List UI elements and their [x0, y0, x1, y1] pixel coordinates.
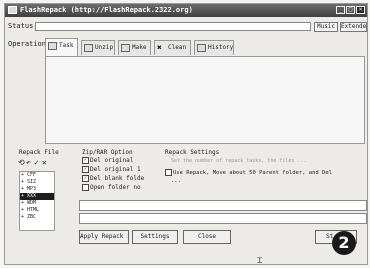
- use-repack-checkbox[interactable]: Use Repack, Move about 50 Parent folder,…: [165, 169, 332, 176]
- del-original-checkbox[interactable]: ✓ Del original: [82, 157, 133, 164]
- tab-clean[interactable]: ✖ Clean: [154, 40, 191, 55]
- app-window: FlashRepack (http://FlashRepack.2322.org…: [4, 3, 368, 265]
- mouse-cursor-icon: ⌶: [257, 256, 263, 266]
- repack-settings-hint: Set the number of repack tasks, the file…: [171, 158, 307, 164]
- path-input-2[interactable]: [79, 213, 367, 224]
- repack-file-list[interactable]: + CFF + SIZ + MP3 + XXX + WDM + HTML + Z…: [19, 171, 55, 231]
- list-item[interactable]: + WDM: [20, 200, 54, 207]
- list-item-selected[interactable]: + XXX: [20, 193, 54, 200]
- tab-history[interactable]: History: [194, 40, 234, 55]
- checkbox-label: Del blank folde: [90, 175, 145, 182]
- delete-icon[interactable]: ✕: [42, 158, 47, 167]
- tab-label: Unzip: [95, 44, 114, 51]
- refresh-icon[interactable]: ⟲: [18, 158, 25, 167]
- window-title: FlashRepack (http://FlashRepack.2322.org…: [20, 6, 193, 14]
- checkbox-label: Del original: [90, 157, 134, 164]
- checkbox-label: Use Repack, Move about 50 Parent folder,…: [173, 170, 332, 176]
- list-item[interactable]: + HTML: [20, 207, 54, 214]
- undo-icon[interactable]: ↶: [26, 158, 31, 167]
- clean-icon: ✖: [157, 42, 162, 52]
- tab-label: Make: [132, 44, 147, 51]
- status-label: Status:: [8, 22, 38, 30]
- list-item[interactable]: + ZBC: [20, 214, 54, 221]
- checkbox-label: Open folder no: [90, 184, 141, 191]
- list-item[interactable]: + CFF: [20, 172, 54, 179]
- del-blank-folder-checkbox[interactable]: ✓ Del blank folde: [82, 175, 144, 182]
- music-button[interactable]: Music: [314, 22, 338, 32]
- del-original-1-checkbox[interactable]: ✓ Del original 1: [82, 166, 141, 173]
- task-icon: [48, 41, 57, 50]
- title-bar[interactable]: FlashRepack (http://FlashRepack.2322.org…: [5, 4, 367, 17]
- checkbox-box[interactable]: ✓: [82, 175, 89, 182]
- open-folder-checkbox[interactable]: Open folder no: [82, 184, 141, 191]
- checkbox-label: Del original 1: [90, 166, 141, 173]
- check-icon[interactable]: ✓: [34, 158, 39, 167]
- tab-label: History: [208, 44, 234, 51]
- extended-button[interactable]: Extended: [340, 22, 367, 32]
- checkbox-box[interactable]: ✓: [82, 166, 89, 173]
- zip-option-title: Zip/RAR Option: [82, 149, 133, 156]
- apply-repack-button[interactable]: Apply Repack in: [79, 230, 129, 244]
- path-input-1[interactable]: [79, 200, 367, 211]
- checkbox-box[interactable]: [82, 184, 89, 191]
- minimize-button[interactable]: _: [336, 6, 345, 14]
- unzip-icon: [84, 43, 93, 52]
- list-item[interactable]: + SIZ: [20, 179, 54, 186]
- close-button[interactable]: Close: [183, 230, 231, 244]
- step-number-badge: 2: [332, 231, 356, 255]
- close-window-button[interactable]: ×: [356, 6, 365, 14]
- app-icon: [8, 6, 17, 14]
- history-icon: [197, 43, 206, 52]
- repack-file-title: Repack File: [19, 149, 59, 156]
- operation-label: Operation:: [8, 40, 51, 48]
- tab-make[interactable]: Make: [118, 40, 151, 55]
- tab-label: Clean: [168, 44, 187, 51]
- settings-button[interactable]: Settings: [132, 230, 178, 244]
- task-panel: [45, 56, 365, 144]
- status-field: [35, 22, 311, 31]
- list-item[interactable]: + MP3: [20, 186, 54, 193]
- repack-settings-title: Repack Settings: [165, 149, 220, 156]
- tab-label: Task: [59, 42, 74, 49]
- checkbox-box[interactable]: ✓: [82, 157, 89, 164]
- checkbox-box[interactable]: [165, 169, 172, 176]
- make-icon: [121, 43, 130, 52]
- use-repack-label-tail: ...: [171, 178, 181, 184]
- tab-unzip[interactable]: Unzip: [81, 40, 115, 55]
- tab-task[interactable]: Task: [45, 38, 78, 56]
- maximize-button[interactable]: □: [346, 6, 355, 14]
